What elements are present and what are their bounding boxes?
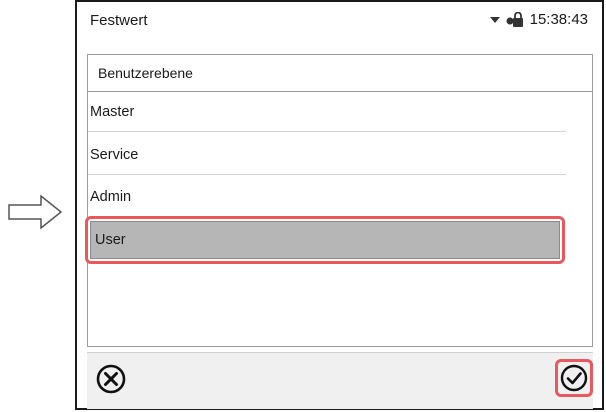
dropdown-triangle-icon[interactable] bbox=[489, 16, 500, 24]
cancel-button[interactable] bbox=[95, 363, 127, 395]
mode-label: Festwert bbox=[90, 12, 148, 29]
panel-title: Benutzerebene bbox=[88, 55, 592, 92]
circle-x-icon bbox=[96, 364, 126, 394]
list-item-user-selected[interactable]: User bbox=[90, 221, 560, 259]
pointer-arrow-icon bbox=[8, 195, 62, 229]
circle-check-icon bbox=[560, 364, 588, 392]
list-item-master[interactable]: Master bbox=[88, 92, 566, 132]
confirm-button[interactable] bbox=[555, 359, 593, 397]
device-screen: Festwert 15:38:43 Benutzerebene Master S… bbox=[75, 0, 604, 410]
status-bar: Festwert 15:38:43 bbox=[77, 2, 602, 42]
status-right: 15:38:43 bbox=[489, 11, 588, 28]
user-level-panel: Benutzerebene Master Service Admin User bbox=[85, 54, 593, 347]
lock-icon bbox=[506, 11, 524, 28]
clock-time: 15:38:43 bbox=[529, 11, 588, 28]
list-item-service[interactable]: Service bbox=[88, 135, 566, 175]
list-item-admin[interactable]: Admin bbox=[88, 177, 566, 217]
footer-bar bbox=[87, 352, 593, 409]
